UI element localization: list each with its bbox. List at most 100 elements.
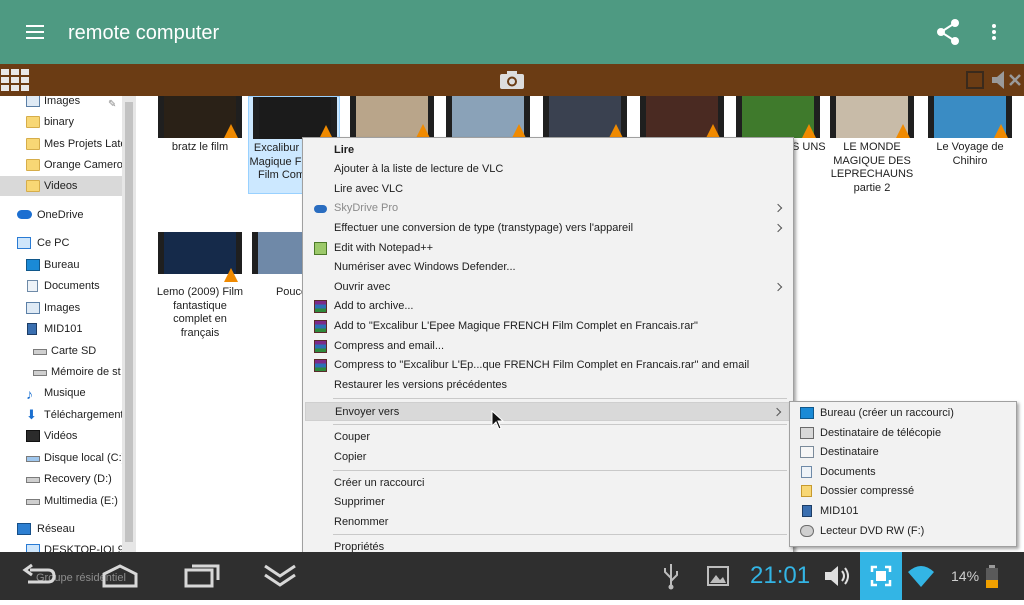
- usb-icon: [660, 562, 682, 590]
- nav-item-carte-sd[interactable]: Carte SD: [0, 341, 122, 361]
- nav-item-recovery-d[interactable]: Recovery (D:): [0, 469, 122, 489]
- overflow-menu-icon[interactable]: [982, 16, 1006, 48]
- remote-toolbar: [0, 64, 1024, 96]
- nav-item-bureau[interactable]: Bureau: [0, 255, 122, 275]
- nav-item-memoire[interactable]: Mémoire de st: [0, 362, 122, 382]
- submenu-item-desktop-shortcut[interactable]: Bureau (créer un raccourci): [792, 404, 1014, 423]
- nav-item-videos[interactable]: Videos: [0, 176, 122, 196]
- grid-icon[interactable]: [0, 68, 32, 92]
- menu-item-restore-versions[interactable]: Restaurer les versions précédentes: [305, 376, 791, 395]
- camera-icon[interactable]: [499, 69, 525, 91]
- nav-item-desktop-pc[interactable]: DESKTOP-IOL9A: [0, 540, 122, 552]
- nav-item-orange-cameroun[interactable]: Orange Camerou: [0, 155, 122, 175]
- recent-apps-icon[interactable]: [182, 562, 222, 590]
- menu-item-copy[interactable]: Copier: [305, 448, 791, 467]
- home-icon[interactable]: [100, 562, 140, 590]
- menu-separator: [333, 534, 787, 535]
- folder-icon: [26, 116, 40, 128]
- gallery-icon: [706, 562, 730, 590]
- menu-separator: [333, 398, 787, 399]
- share-icon[interactable]: [932, 16, 964, 48]
- music-icon: ♪: [26, 386, 33, 402]
- menu-item-lire[interactable]: Lire: [305, 141, 791, 160]
- menu-item-add-vlc-playlist[interactable]: Ajouter à la liste de lecture de VLC: [305, 160, 791, 179]
- menu-item-compress-to-rar-email[interactable]: Compress to "Excalibur L'Ep...que FRENCH…: [305, 356, 791, 375]
- notepadpp-icon: [314, 242, 327, 255]
- nav-item-multimedia-e[interactable]: Multimedia (E:): [0, 491, 122, 511]
- nav-item-images[interactable]: Images: [0, 298, 122, 318]
- menu-item-delete[interactable]: Supprimer: [305, 493, 791, 512]
- nav-item-documents[interactable]: Documents: [0, 276, 122, 296]
- drive-icon: [26, 456, 40, 462]
- menu-item-create-shortcut[interactable]: Créer un raccourci: [305, 474, 791, 493]
- folder-icon: [26, 138, 40, 150]
- nav-item-disque-c[interactable]: Disque local (C:): [0, 448, 122, 468]
- nav-item-ce-pc[interactable]: Ce PC: [0, 233, 122, 253]
- vlc-cone-icon: [802, 124, 816, 138]
- checkbox-icon[interactable]: [966, 71, 984, 89]
- menu-item-play-vlc[interactable]: Lire avec VLC: [305, 180, 791, 199]
- winrar-icon: [314, 359, 327, 372]
- nav-pane-scrollbar[interactable]: [122, 96, 136, 552]
- nav-item-reseau[interactable]: Réseau: [0, 519, 122, 539]
- network-icon: [17, 523, 31, 535]
- submenu-item-documents[interactable]: Documents: [792, 463, 1014, 482]
- nav-item-telechargements[interactable]: ⬇ Téléchargement: [0, 405, 122, 425]
- folder-icon: [26, 180, 40, 192]
- submenu-item-fax-recipient[interactable]: Destinataire de télécopie: [792, 424, 1014, 443]
- menu-item-open-with[interactable]: Ouvrir avec: [305, 278, 791, 297]
- scrollbar-thumb[interactable]: [125, 102, 133, 542]
- videos-icon: [26, 430, 40, 442]
- submenu-item-compressed-folder[interactable]: Dossier compressé: [792, 482, 1014, 501]
- nav-item-mid101[interactable]: MID101: [0, 319, 122, 339]
- hamburger-menu-icon[interactable]: [22, 20, 50, 44]
- back-icon[interactable]: [20, 562, 60, 590]
- menu-item-cut[interactable]: Couper: [305, 428, 791, 447]
- device-icon: [27, 323, 37, 335]
- submenu-item-dvd-drive[interactable]: Lecteur DVD RW (F:): [792, 522, 1014, 541]
- nav-item-onedrive[interactable]: OneDrive: [0, 205, 122, 225]
- menu-item-rename[interactable]: Renommer: [305, 513, 791, 532]
- vlc-cone-icon: [416, 124, 430, 138]
- download-icon: ⬇: [26, 407, 37, 422]
- navigation-pane: Images ✎ binary Mes Projets Late Orange …: [0, 96, 122, 552]
- drive-icon: [26, 477, 40, 483]
- skydrive-icon: [314, 205, 327, 213]
- volume-icon[interactable]: [822, 562, 852, 590]
- menu-item-skydrive-pro[interactable]: SkyDrive Pro: [305, 199, 791, 218]
- menu-item-windows-defender-scan[interactable]: Numériser avec Windows Defender...: [305, 258, 791, 277]
- submenu-item-mail-recipient[interactable]: Destinataire: [792, 443, 1014, 462]
- submenu-item-mid101[interactable]: MID101: [792, 502, 1014, 521]
- winrar-icon: [314, 320, 327, 333]
- menu-item-cast-to-device[interactable]: Effectuer une conversion de type (transt…: [305, 219, 791, 238]
- device-icon: [802, 505, 812, 517]
- context-menu: Lire Ajouter à la liste de lecture de VL…: [302, 137, 794, 559]
- drive-icon: [33, 349, 47, 355]
- nav-item-binary[interactable]: binary: [0, 112, 122, 132]
- menu-item-add-to-rar[interactable]: Add to "Excalibur L'Epee Magique FRENCH …: [305, 317, 791, 336]
- mute-icon[interactable]: [990, 70, 1024, 90]
- computer-icon: [17, 237, 31, 249]
- nav-item-musique[interactable]: ♪ Musique: [0, 383, 122, 403]
- vlc-cone-icon: [896, 124, 910, 138]
- mail-icon: [800, 446, 814, 458]
- menu-item-edit-notepadpp[interactable]: Edit with Notepad++: [305, 239, 791, 258]
- menu-item-add-to-archive[interactable]: Add to archive...: [305, 297, 791, 316]
- system-navigation-bar: Groupe résidentiel 21:01 14%: [0, 552, 1024, 600]
- computer-icon: [26, 544, 40, 552]
- nav-item-mes-projets[interactable]: Mes Projets Late: [0, 134, 122, 154]
- drive-icon: [33, 370, 47, 376]
- drive-icon: [26, 499, 40, 505]
- app-title: remote computer: [68, 22, 220, 44]
- clock: 21:01: [750, 562, 811, 589]
- fullscreen-button[interactable]: [860, 552, 902, 600]
- desktop-icon: [800, 407, 814, 419]
- vlc-cone-icon: [706, 124, 720, 138]
- documents-icon: [801, 466, 812, 478]
- menu-item-compress-email[interactable]: Compress and email...: [305, 337, 791, 356]
- chevron-right-icon: [773, 223, 783, 233]
- hide-bar-icon[interactable]: [262, 562, 298, 590]
- nav-item-videos-library[interactable]: Vidéos: [0, 426, 122, 446]
- nav-item-images-pinned[interactable]: Images ✎: [0, 96, 122, 111]
- menu-item-send-to[interactable]: Envoyer vers: [305, 402, 791, 421]
